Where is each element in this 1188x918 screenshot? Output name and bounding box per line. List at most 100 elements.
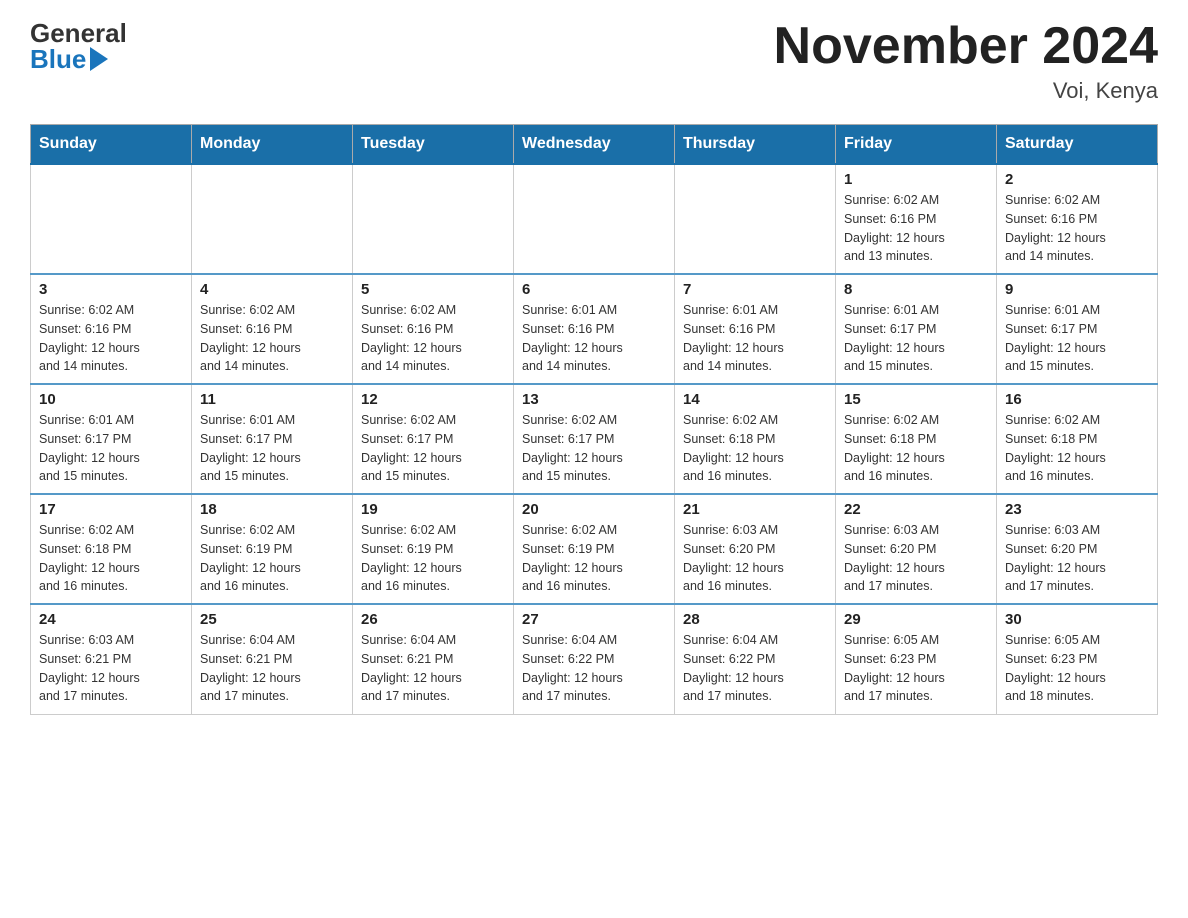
- page-header: General Blue November 2024 Voi, Kenya: [30, 20, 1158, 104]
- calendar-day-cell: 26 Sunrise: 6:04 AMSunset: 6:21 PMDayligh…: [353, 604, 514, 714]
- calendar-day-cell: 30 Sunrise: 6:05 AMSunset: 6:23 PMDayligh…: [997, 604, 1158, 714]
- calendar-day-cell: 2 Sunrise: 6:02 AMSunset: 6:16 PMDaylight…: [997, 164, 1158, 274]
- calendar-day-cell: 14Sunrise: 6:02 AMSunset: 6:18 PMDayligh…: [675, 384, 836, 494]
- day-number: 15: [844, 391, 988, 408]
- calendar-day-cell: 4 Sunrise: 6:02 AMSunset: 6:16 PMDaylight…: [192, 274, 353, 384]
- day-info: Sunrise: 6:02 AMSunset: 6:16 PMDaylight:…: [200, 301, 344, 376]
- day-number: 19: [361, 501, 505, 518]
- day-info: Sunrise: 6:02 AMSunset: 6:17 PMDaylight:…: [522, 411, 666, 486]
- calendar-day-cell: [675, 164, 836, 274]
- title-section: November 2024 Voi, Kenya: [774, 20, 1158, 104]
- day-info: Sunrise: 6:02 AMSunset: 6:18 PMDaylight:…: [683, 411, 827, 486]
- day-info: Sunrise: 6:01 AMSunset: 6:17 PMDaylight:…: [1005, 301, 1149, 376]
- calendar-day-cell: 21 Sunrise: 6:03 AMSunset: 6:20 PMDayligh…: [675, 494, 836, 604]
- calendar-day-cell: 5Sunrise: 6:02 AMSunset: 6:16 PMDaylight…: [353, 274, 514, 384]
- day-info: Sunrise: 6:03 AMSunset: 6:20 PMDaylight:…: [1005, 521, 1149, 596]
- logo-general-text: General: [30, 20, 127, 46]
- day-number: 22: [844, 501, 988, 518]
- calendar-week-row: 1 Sunrise: 6:02 AMSunset: 6:16 PMDaylight…: [31, 164, 1158, 274]
- day-number: 8: [844, 281, 988, 298]
- day-info: Sunrise: 6:04 AMSunset: 6:22 PMDaylight:…: [522, 631, 666, 706]
- day-number: 24: [39, 611, 183, 628]
- day-number: 6: [522, 281, 666, 298]
- calendar-day-cell: 23 Sunrise: 6:03 AMSunset: 6:20 PMDayligh…: [997, 494, 1158, 604]
- day-number: 26: [361, 611, 505, 628]
- weekday-header-row: SundayMondayTuesdayWednesdayThursdayFrid…: [31, 125, 1158, 165]
- day-number: 13: [522, 391, 666, 408]
- day-number: 23: [1005, 501, 1149, 518]
- location-label: Voi, Kenya: [774, 78, 1158, 104]
- calendar-day-cell: 19 Sunrise: 6:02 AMSunset: 6:19 PMDayligh…: [353, 494, 514, 604]
- weekday-header-sunday: Sunday: [31, 125, 192, 165]
- calendar-day-cell: 6 Sunrise: 6:01 AMSunset: 6:16 PMDaylight…: [514, 274, 675, 384]
- calendar-day-cell: 7Sunrise: 6:01 AMSunset: 6:16 PMDaylight…: [675, 274, 836, 384]
- logo: General Blue: [30, 20, 127, 72]
- weekday-header-saturday: Saturday: [997, 125, 1158, 165]
- day-info: Sunrise: 6:02 AMSunset: 6:19 PMDaylight:…: [522, 521, 666, 596]
- calendar-day-cell: [514, 164, 675, 274]
- calendar-day-cell: 22 Sunrise: 6:03 AMSunset: 6:20 PMDayligh…: [836, 494, 997, 604]
- day-info: Sunrise: 6:02 AMSunset: 6:18 PMDaylight:…: [844, 411, 988, 486]
- day-number: 30: [1005, 611, 1149, 628]
- day-number: 28: [683, 611, 827, 628]
- day-info: Sunrise: 6:03 AMSunset: 6:21 PMDaylight:…: [39, 631, 183, 706]
- day-number: 25: [200, 611, 344, 628]
- weekday-header-monday: Monday: [192, 125, 353, 165]
- calendar-day-cell: 27 Sunrise: 6:04 AMSunset: 6:22 PMDayligh…: [514, 604, 675, 714]
- day-info: Sunrise: 6:02 AMSunset: 6:18 PMDaylight:…: [1005, 411, 1149, 486]
- day-info: Sunrise: 6:02 AMSunset: 6:17 PMDaylight:…: [361, 411, 505, 486]
- calendar-day-cell: 17Sunrise: 6:02 AMSunset: 6:18 PMDayligh…: [31, 494, 192, 604]
- calendar-day-cell: 13 Sunrise: 6:02 AMSunset: 6:17 PMDayligh…: [514, 384, 675, 494]
- day-number: 16: [1005, 391, 1149, 408]
- day-number: 27: [522, 611, 666, 628]
- calendar-week-row: 3 Sunrise: 6:02 AMSunset: 6:16 PMDaylight…: [31, 274, 1158, 384]
- day-number: 18: [200, 501, 344, 518]
- calendar-table: SundayMondayTuesdayWednesdayThursdayFrid…: [30, 124, 1158, 715]
- calendar-day-cell: 10 Sunrise: 6:01 AMSunset: 6:17 PMDayligh…: [31, 384, 192, 494]
- calendar-day-cell: 16 Sunrise: 6:02 AMSunset: 6:18 PMDayligh…: [997, 384, 1158, 494]
- day-number: 10: [39, 391, 183, 408]
- day-number: 11: [200, 391, 344, 408]
- day-info: Sunrise: 6:03 AMSunset: 6:20 PMDaylight:…: [683, 521, 827, 596]
- calendar-week-row: 10 Sunrise: 6:01 AMSunset: 6:17 PMDayligh…: [31, 384, 1158, 494]
- day-number: 4: [200, 281, 344, 298]
- calendar-day-cell: 28 Sunrise: 6:04 AMSunset: 6:22 PMDayligh…: [675, 604, 836, 714]
- day-number: 20: [522, 501, 666, 518]
- logo-arrow-icon: [90, 47, 108, 71]
- day-info: Sunrise: 6:03 AMSunset: 6:20 PMDaylight:…: [844, 521, 988, 596]
- calendar-day-cell: 3 Sunrise: 6:02 AMSunset: 6:16 PMDaylight…: [31, 274, 192, 384]
- day-info: Sunrise: 6:01 AMSunset: 6:17 PMDaylight:…: [39, 411, 183, 486]
- day-info: Sunrise: 6:02 AMSunset: 6:16 PMDaylight:…: [39, 301, 183, 376]
- day-info: Sunrise: 6:02 AMSunset: 6:19 PMDaylight:…: [361, 521, 505, 596]
- calendar-day-cell: 25 Sunrise: 6:04 AMSunset: 6:21 PMDayligh…: [192, 604, 353, 714]
- calendar-day-cell: [353, 164, 514, 274]
- weekday-header-wednesday: Wednesday: [514, 125, 675, 165]
- day-number: 21: [683, 501, 827, 518]
- calendar-day-cell: 12 Sunrise: 6:02 AMSunset: 6:17 PMDayligh…: [353, 384, 514, 494]
- day-number: 7: [683, 281, 827, 298]
- logo-blue-text: Blue: [30, 46, 127, 72]
- day-info: Sunrise: 6:05 AMSunset: 6:23 PMDaylight:…: [1005, 631, 1149, 706]
- day-info: Sunrise: 6:01 AMSunset: 6:16 PMDaylight:…: [522, 301, 666, 376]
- day-info: Sunrise: 6:04 AMSunset: 6:21 PMDaylight:…: [361, 631, 505, 706]
- day-number: 2: [1005, 171, 1149, 188]
- day-info: Sunrise: 6:04 AMSunset: 6:21 PMDaylight:…: [200, 631, 344, 706]
- day-number: 3: [39, 281, 183, 298]
- calendar-day-cell: [31, 164, 192, 274]
- day-info: Sunrise: 6:01 AMSunset: 6:17 PMDaylight:…: [200, 411, 344, 486]
- calendar-title: November 2024: [774, 20, 1158, 72]
- weekday-header-thursday: Thursday: [675, 125, 836, 165]
- day-info: Sunrise: 6:02 AMSunset: 6:19 PMDaylight:…: [200, 521, 344, 596]
- day-info: Sunrise: 6:05 AMSunset: 6:23 PMDaylight:…: [844, 631, 988, 706]
- day-info: Sunrise: 6:01 AMSunset: 6:17 PMDaylight:…: [844, 301, 988, 376]
- day-info: Sunrise: 6:02 AMSunset: 6:16 PMDaylight:…: [1005, 191, 1149, 266]
- weekday-header-friday: Friday: [836, 125, 997, 165]
- day-number: 1: [844, 171, 988, 188]
- calendar-week-row: 17Sunrise: 6:02 AMSunset: 6:18 PMDayligh…: [31, 494, 1158, 604]
- day-number: 17: [39, 501, 183, 518]
- day-number: 29: [844, 611, 988, 628]
- day-number: 12: [361, 391, 505, 408]
- calendar-day-cell: 8 Sunrise: 6:01 AMSunset: 6:17 PMDaylight…: [836, 274, 997, 384]
- day-info: Sunrise: 6:04 AMSunset: 6:22 PMDaylight:…: [683, 631, 827, 706]
- day-info: Sunrise: 6:02 AMSunset: 6:16 PMDaylight:…: [844, 191, 988, 266]
